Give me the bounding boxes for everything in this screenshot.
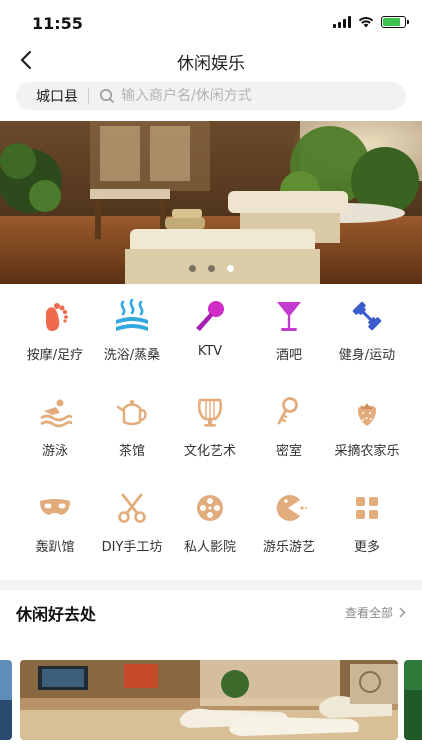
category-farm[interactable]: 采摘农家乐 [327, 392, 407, 459]
grid-more-icon [356, 497, 378, 519]
category-label: 按摩/足疗 [26, 348, 84, 363]
section-title: 休闲好去处 [16, 605, 97, 624]
nav-bar: 休闲娱乐 [0, 44, 422, 76]
carousel-dot[interactable] [226, 265, 234, 272]
venue-image [404, 660, 422, 740]
category-row: 按摩/足疗 洗浴/蒸桑 KTV 酒吧 健身/运动 [0, 296, 422, 386]
page-title: 休闲娱乐 [177, 54, 245, 74]
view-all-label: 查看全部 [344, 606, 393, 620]
category-culture[interactable]: 文化艺术 [170, 392, 250, 459]
section-divider [0, 580, 422, 590]
spa-room-image [0, 121, 422, 284]
pacman-icon [276, 495, 307, 521]
category-label: 采摘农家乐 [334, 444, 400, 459]
microphone-icon [196, 301, 224, 331]
category-escape-room[interactable]: 密室 [249, 392, 329, 459]
cellular-signal-icon [333, 16, 351, 28]
cocktail-icon [277, 302, 301, 331]
category-label: 密室 [275, 444, 302, 459]
battery-icon [381, 16, 409, 28]
search-icon [100, 89, 114, 103]
lyre-icon [197, 398, 223, 427]
category-row: 游泳 茶馆 文化艺术 密室 采摘农家乐 [0, 392, 422, 482]
category-label: 酒吧 [275, 348, 302, 363]
category-label: 私人影院 [183, 540, 236, 555]
category-party[interactable]: 轰趴馆 [15, 488, 95, 555]
venue-card[interactable] [404, 660, 422, 740]
category-label: DIY手工坊 [101, 540, 163, 555]
category-label: 洗浴/蒸桑 [103, 348, 161, 363]
category-label: 游泳 [41, 444, 68, 459]
category-diy[interactable]: DIY手工坊 [92, 488, 172, 555]
recommendation-carousel[interactable] [0, 660, 422, 740]
scissors-icon [118, 493, 146, 523]
party-mask-icon [40, 499, 70, 515]
category-teahouse[interactable]: 茶馆 [92, 392, 172, 459]
search-input[interactable] [121, 88, 371, 104]
view-all-link[interactable]: 查看全部 [345, 604, 406, 621]
category-label: 茶馆 [118, 444, 145, 459]
search-bar: 城口县 [16, 82, 406, 110]
carousel-dot[interactable] [188, 265, 196, 272]
venue-card[interactable] [20, 660, 398, 740]
category-cinema[interactable]: 私人影院 [170, 488, 250, 555]
category-arcade[interactable]: 游乐游艺 [249, 488, 329, 555]
category-bath[interactable]: 洗浴/蒸桑 [92, 296, 172, 363]
category-massage[interactable]: 按摩/足疗 [15, 296, 95, 363]
status-bar: 11:55 [0, 0, 422, 44]
wifi-icon [358, 17, 374, 28]
category-more[interactable]: 更多 [327, 488, 407, 555]
category-fitness[interactable]: 健身/运动 [327, 296, 407, 363]
category-row: 轰趴馆 DIY手工坊 私人影院 游乐游艺 更多 [0, 488, 422, 578]
category-label: 健身/运动 [338, 348, 396, 363]
footprint-icon [45, 303, 68, 331]
strawberry-icon [357, 403, 377, 426]
category-label: 游乐游艺 [262, 540, 315, 555]
film-reel-icon [197, 495, 223, 521]
category-label: 文化艺术 [183, 444, 236, 459]
category-bar[interactable]: 酒吧 [249, 296, 329, 363]
banner-carousel[interactable] [0, 121, 422, 284]
swim-icon [40, 399, 72, 428]
category-ktv[interactable]: KTV [170, 296, 250, 359]
status-time: 11:55 [32, 14, 83, 33]
category-label: 轰趴馆 [35, 540, 75, 555]
category-label: KTV [197, 344, 223, 359]
venue-card[interactable] [0, 660, 12, 740]
carousel-dot[interactable] [207, 265, 215, 272]
teapot-icon [116, 400, 147, 426]
key-icon [277, 397, 298, 425]
category-label: 更多 [353, 540, 380, 555]
venue-image [20, 660, 398, 740]
search-divider [88, 88, 89, 104]
carousel-dots [0, 265, 422, 272]
status-icons [333, 16, 409, 28]
venue-image [0, 660, 12, 740]
category-swim[interactable]: 游泳 [15, 392, 95, 459]
steam-bath-icon [116, 298, 148, 331]
dumbbell-icon [352, 301, 382, 331]
city-selector[interactable]: 城口县 [16, 86, 88, 106]
battery-level [383, 18, 400, 26]
chevron-right-icon [399, 607, 406, 618]
